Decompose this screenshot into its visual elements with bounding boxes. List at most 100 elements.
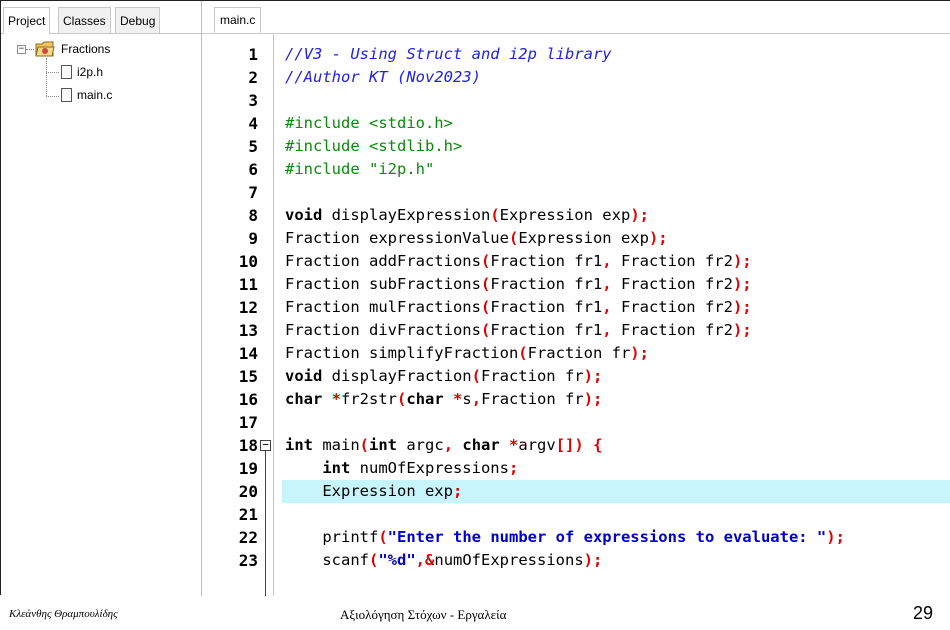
fold-collapse-icon[interactable]: − — [260, 439, 271, 451]
code-token: Fraction fr1 — [490, 252, 603, 270]
tree-item-file[interactable]: i2p.h — [77, 62, 103, 82]
code-token: #include <stdio.h> — [285, 114, 453, 132]
code-token: Fraction fr2 — [611, 275, 733, 293]
code-token: ); — [648, 229, 668, 247]
code-token: ( — [397, 390, 407, 408]
code-line-text: Fraction expressionValue(Expression exp)… — [285, 227, 668, 250]
file-icon — [61, 65, 72, 79]
code-line-text: Expression exp; — [285, 480, 462, 503]
code-token: ); — [630, 206, 649, 224]
code-token: scanf — [285, 551, 369, 569]
code-token: Fraction divFractions — [285, 321, 481, 339]
line-number: 16 — [238, 390, 258, 409]
code-token: , — [443, 436, 454, 454]
code-line-text: int numOfExpressions; — [285, 457, 518, 480]
code-token: Expression exp — [285, 482, 453, 500]
line-number: 10 — [238, 252, 258, 271]
line-number: 20 — [238, 482, 258, 501]
file-icon — [61, 88, 72, 102]
code-token: s — [462, 390, 472, 408]
code-token: , — [602, 252, 612, 270]
code-line-text: Fraction simplifyFraction(Fraction fr); — [285, 342, 649, 365]
page-number: 29 — [913, 603, 934, 623]
code-token: ( — [471, 367, 481, 385]
code-line[interactable] — [274, 503, 950, 526]
line-number: 5 — [248, 137, 258, 156]
footer-author: Κλεάνθης Θραμπουλίδης — [9, 608, 118, 620]
code-line-text: Fraction addFractions(Fraction fr1, Frac… — [285, 250, 752, 273]
code-token: int — [285, 436, 313, 454]
code-token: #include <stdlib.h> — [285, 137, 463, 155]
editor-tab-main-c[interactable]: main.c — [214, 7, 262, 33]
line-number: 17 — [238, 413, 258, 432]
code-token: numOfExpressions — [350, 459, 509, 477]
code-token: char — [285, 390, 323, 408]
code-token: , — [471, 390, 482, 408]
code-line[interactable] — [274, 89, 950, 112]
code-token: argc — [397, 436, 444, 454]
line-number: 23 — [238, 551, 258, 570]
tree-connector — [46, 72, 59, 73]
code-line[interactable] — [274, 181, 950, 204]
code-line-text: int main(int argc, char *argv[]) { — [285, 434, 602, 457]
code-token: ); — [583, 367, 603, 385]
tree-connector — [26, 49, 34, 50]
code-line-text: //V3 - Using Struct and i2p library — [285, 43, 612, 66]
code-token: * — [331, 390, 342, 408]
code-token: ; — [508, 459, 519, 477]
code-token: displayExpression — [322, 206, 491, 224]
code-line[interactable] — [274, 411, 950, 434]
code-token: ( — [359, 436, 370, 454]
tree-item-file[interactable]: main.c — [77, 85, 112, 105]
slide-footer: Κλεάνθης Θραμπουλίδης Αξιολόγηση Στόχων … — [0, 600, 950, 630]
tree-connector — [46, 58, 47, 96]
code-token: Fraction expressionValue — [285, 229, 509, 247]
code-token: Fraction fr — [481, 390, 584, 408]
code-token: ( — [480, 321, 491, 339]
code-token: { — [593, 436, 603, 454]
code-line-text: #include "i2p.h" — [285, 158, 434, 181]
code-token: int — [322, 459, 351, 477]
line-number: 15 — [238, 367, 258, 386]
code-line-text: #include <stdlib.h> — [285, 135, 462, 158]
code-token: Fraction addFractions — [285, 252, 481, 270]
code-token: , — [602, 275, 612, 293]
tree-item-project[interactable]: Fractions — [61, 39, 110, 59]
code-line-text: //Author KT (Nov2023) — [285, 66, 481, 89]
project-panel: Project Classes Debug − Fractions i2p.h … — [1, 1, 202, 596]
code-line-text: Fraction mulFractions(Fraction fr1, Frac… — [285, 296, 752, 319]
code-token: Fraction fr2 — [611, 252, 733, 270]
code-token: main — [313, 436, 360, 454]
line-number: 18 — [238, 436, 258, 455]
code-token: ( — [480, 252, 491, 270]
code-token: #include "i2p.h" — [285, 160, 435, 178]
line-number: 21 — [238, 505, 258, 524]
code-line-text: #include <stdio.h> — [285, 112, 453, 135]
code-token: Fraction fr1 — [490, 298, 603, 316]
code-line-text: Fraction subFractions(Fraction fr1, Frac… — [285, 273, 752, 296]
code-token: ); — [732, 252, 752, 270]
code-token: int — [369, 436, 398, 454]
line-number: 9 — [248, 229, 258, 248]
code-line-text: scanf("%d",&numOfExpressions); — [285, 549, 602, 572]
code-token: displayFraction — [322, 367, 472, 385]
code-token: "%d" — [378, 551, 416, 569]
code-token: Fraction fr — [527, 344, 631, 362]
line-number: 8 — [248, 206, 258, 225]
code-token: ( — [508, 229, 519, 247]
code-token: ); — [583, 551, 603, 569]
tab-project[interactable]: Project — [3, 7, 51, 34]
code-editor: main.c 1 //V3 - Using Struct and i2p libr… — [202, 1, 950, 596]
line-number: 3 — [248, 91, 258, 110]
tab-classes[interactable]: Classes — [58, 7, 111, 33]
code-token: Fraction subFractions — [285, 275, 481, 293]
code-token: Fraction fr1 — [490, 275, 603, 293]
tab-debug[interactable]: Debug — [115, 7, 161, 33]
collapse-icon[interactable]: − — [17, 45, 26, 54]
code-token: ( — [490, 206, 500, 224]
code-token: void — [285, 206, 323, 224]
code-token: ); — [732, 298, 752, 316]
